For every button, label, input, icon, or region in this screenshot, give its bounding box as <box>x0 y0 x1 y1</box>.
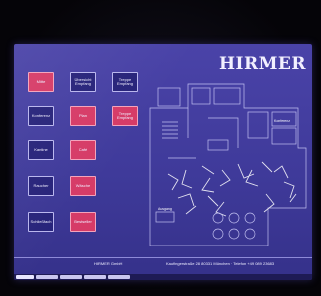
plan-table <box>244 212 256 224</box>
plan-label-ausgang: Ausgang <box>158 207 172 211</box>
taskbar-item[interactable] <box>84 275 106 279</box>
plan-table <box>244 228 256 240</box>
tile-uebersicht-empfang[interactable]: Übersicht Empfang <box>70 72 96 92</box>
plan-room <box>191 87 211 105</box>
plan-cashdesk <box>155 211 175 223</box>
plan-stairs <box>162 121 178 139</box>
plan-table <box>228 212 240 224</box>
footer-company: HIRMER GmbH <box>94 261 123 266</box>
plan-room <box>157 87 181 107</box>
footer-address: Kaufingerstraße 28 80331 München · Telef… <box>166 261 275 266</box>
start-button[interactable] <box>16 275 34 279</box>
hirmer-logo: HIRMER <box>218 54 306 74</box>
taskbar <box>14 274 312 280</box>
plan-room <box>247 111 269 139</box>
plan-table <box>212 212 224 224</box>
plan-room <box>213 87 241 105</box>
tile-waesche[interactable]: Wäsche <box>70 176 96 196</box>
taskbar-item[interactable] <box>108 275 130 279</box>
tile-mitte[interactable]: Mitte <box>28 72 54 92</box>
tile-kantine[interactable]: Kantine <box>28 140 54 160</box>
tile-treppe-empfang-2[interactable]: Treppe Empfang <box>112 106 138 126</box>
floor-plan[interactable]: Konferenz Ausgang <box>148 78 308 246</box>
tile-raucher[interactable]: Raucher <box>28 176 54 196</box>
kiosk-footer: HIRMER GmbH Kaufingerstraße 28 80331 Mün… <box>14 257 312 274</box>
plan-label-konferenz: Konferenz <box>274 119 290 123</box>
tile-konferenz[interactable]: Konferenz <box>28 106 54 126</box>
plan-partition <box>168 108 239 159</box>
taskbar-item[interactable] <box>60 275 82 279</box>
plan-table <box>212 228 224 240</box>
tile-plan[interactable]: Plan <box>70 106 96 126</box>
taskbar-item[interactable] <box>36 275 58 279</box>
plan-room <box>271 127 297 145</box>
plan-table <box>228 228 240 240</box>
plan-counter <box>207 139 229 151</box>
tile-cafe[interactable]: Café <box>70 140 96 160</box>
tile-schliessfach[interactable]: Schließfach <box>28 212 54 232</box>
tile-treppe-empfang[interactable]: Treppe Empfang <box>112 72 138 92</box>
tile-bestseller[interactable]: Bestseller <box>70 212 96 232</box>
kiosk-screen: HIRMER Mitte Konferenz Kantine Raucher S… <box>14 44 312 280</box>
